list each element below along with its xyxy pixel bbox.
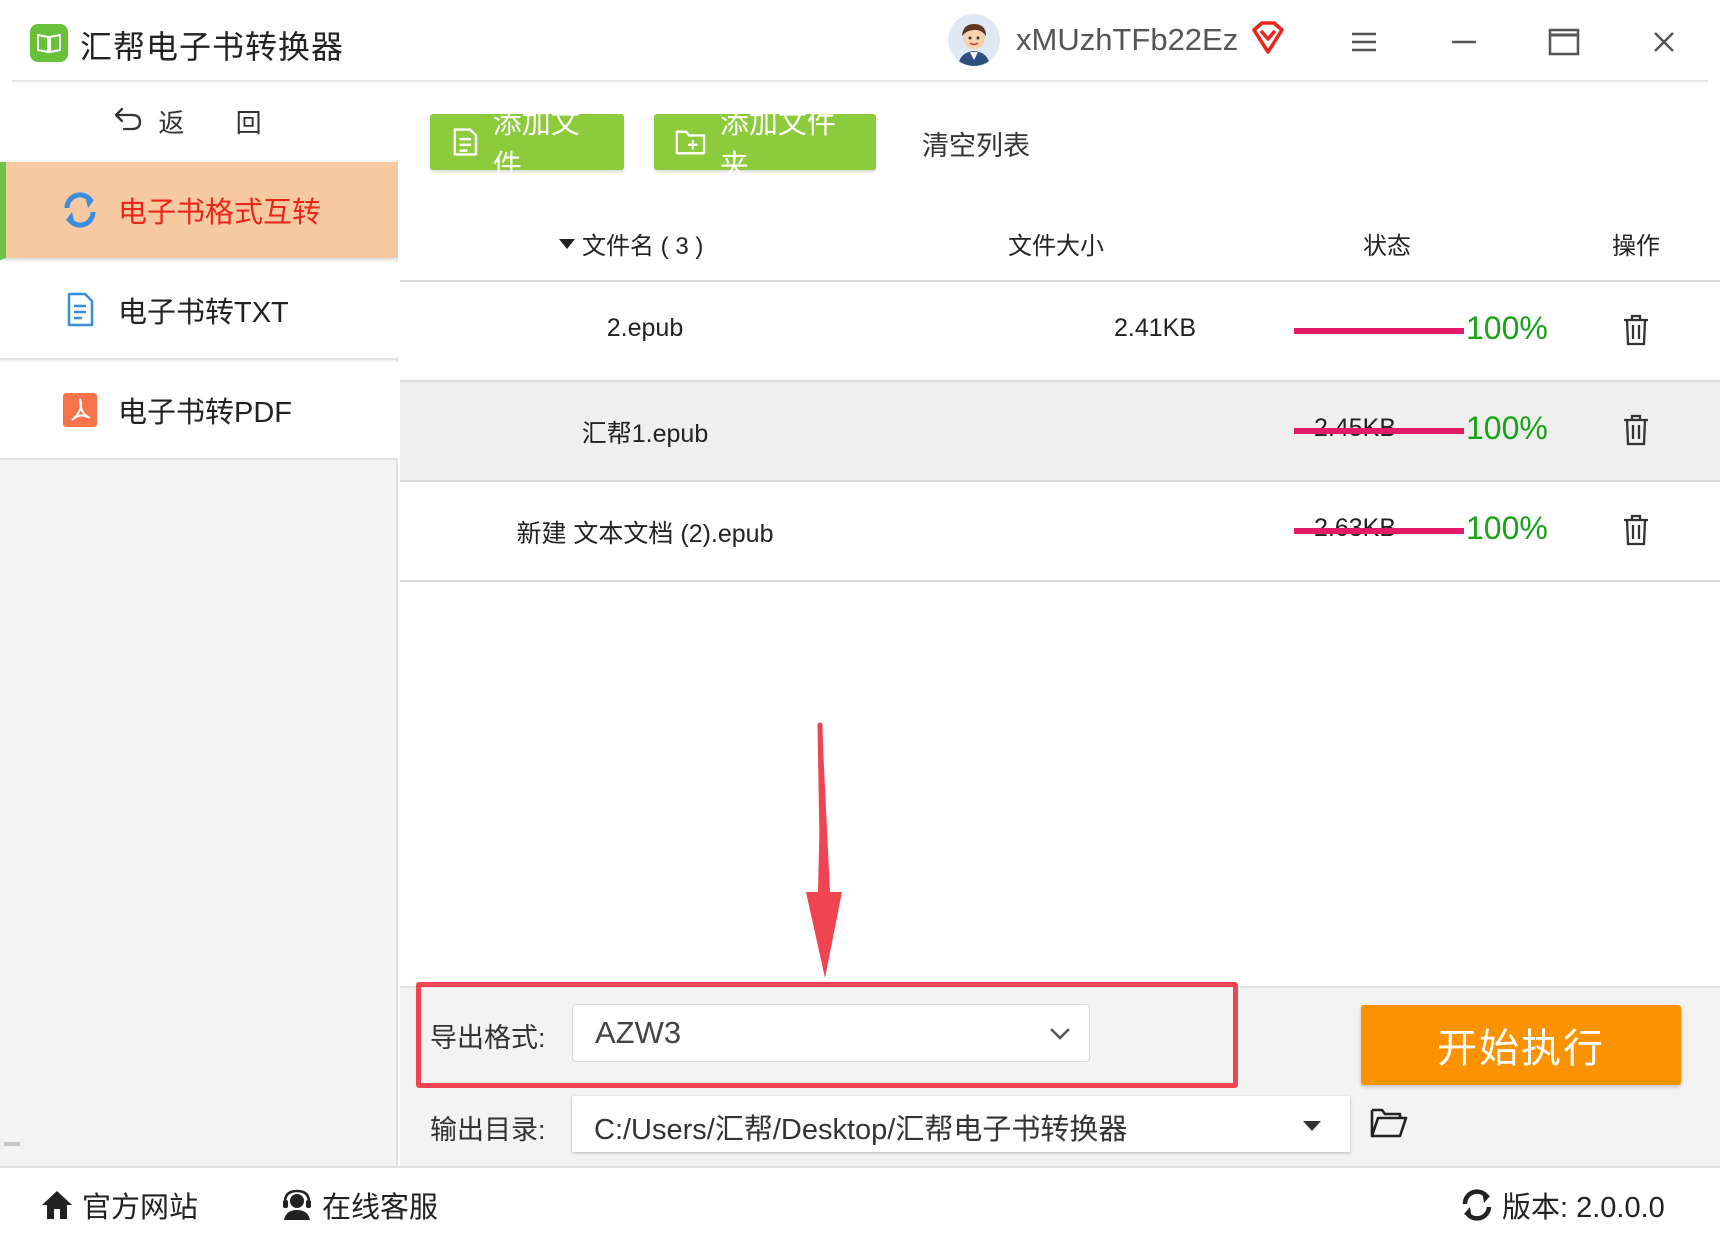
title-bar: 汇帮电子书转换器 xMUzhTFb22Ez [0, 0, 1720, 82]
progress-percent: 100% [1466, 410, 1548, 446]
delete-icon[interactable] [1622, 514, 1650, 551]
column-header-status: 状态 [1363, 233, 1411, 260]
sidebar: 返 回 电子书格式互转 电子书转TXT 电子书转PDF [0, 82, 398, 1166]
sidebar-scroll-stub[interactable] [4, 1142, 20, 1146]
sidebar-item-label: 电子书转TXT [118, 297, 289, 329]
version-label: 版本: 2.0.0.0 [1502, 1192, 1665, 1224]
vip-diamond-icon[interactable] [1250, 20, 1286, 61]
output-dir-value: C:/Users/汇帮/Desktop/汇帮电子书转换器 [594, 1114, 1128, 1146]
sidebar-item-label: 电子书转PDF [118, 397, 293, 429]
file-name: 2.epub [606, 314, 684, 342]
table-row[interactable]: 新建 文本文档 (2).epub 2.63KB 100% [400, 482, 1720, 582]
version-info[interactable]: 版本: 2.0.0.0 [1460, 1184, 1665, 1226]
back-arrow-icon [114, 105, 144, 138]
add-file-button[interactable]: 添加文件 [430, 108, 624, 182]
online-support-link[interactable]: 在线客服 [280, 1184, 438, 1226]
file-name: 新建 文本文档 (2).epub [516, 520, 774, 548]
progress-bar [1294, 528, 1464, 534]
close-icon[interactable] [1644, 22, 1684, 62]
back-label: 返 回 [158, 107, 284, 138]
add-file-icon [453, 128, 478, 156]
online-support-label: 在线客服 [322, 1192, 439, 1224]
caret-down-icon [1303, 1121, 1321, 1131]
official-website-label: 官方网站 [82, 1192, 199, 1224]
progress-percent: 100% [1466, 510, 1548, 546]
clear-list-button[interactable]: 清空列表 [922, 124, 1030, 163]
progress-bar [1294, 428, 1464, 434]
open-folder-icon[interactable] [1370, 1106, 1408, 1145]
username: xMUzhTFb22Ez [1016, 22, 1239, 57]
delete-icon[interactable] [1622, 314, 1650, 351]
document-icon [60, 290, 100, 330]
column-header-filename[interactable]: 文件名 ( 3 ) [558, 226, 703, 261]
pdf-icon [60, 390, 100, 430]
export-format-value: AZW3 [595, 1015, 682, 1050]
official-website-link[interactable]: 官方网站 [40, 1184, 198, 1226]
output-dir-label: 输出目录: [430, 1115, 546, 1145]
delete-icon[interactable] [1622, 414, 1650, 451]
sidebar-item-label: 电子书格式互转 [118, 197, 322, 229]
refresh-icon [60, 190, 100, 230]
table-row[interactable]: 2.epub 2.41KB 100% [400, 282, 1720, 382]
progress-bar [1294, 328, 1464, 334]
back-button[interactable]: 返 回 [0, 82, 398, 160]
menu-icon[interactable] [1344, 22, 1384, 62]
minimize-icon[interactable] [1444, 22, 1484, 62]
add-folder-button[interactable]: 添加文件夹 [654, 108, 876, 182]
progress-percent: 100% [1466, 310, 1548, 346]
user-avatar[interactable] [948, 14, 1000, 66]
sort-triangle-icon [559, 238, 575, 249]
export-format-label: 导出格式: [430, 1023, 546, 1053]
update-refresh-icon [1462, 1189, 1492, 1221]
maximize-icon[interactable] [1544, 22, 1584, 62]
annotation-arrow [806, 722, 842, 978]
column-header-filename-label: 文件名 ( 3 ) [582, 233, 704, 260]
add-file-label: 添加文件 [492, 108, 580, 182]
headset-icon [283, 1189, 311, 1220]
table-row[interactable]: 汇帮1.epub 2.45KB 100% [400, 382, 1720, 482]
app-logo-icon [30, 24, 68, 62]
column-header-size: 文件大小 [1008, 233, 1104, 260]
sidebar-item-format-convert[interactable]: 电子书格式互转 [0, 162, 398, 260]
add-folder-label: 添加文件夹 [719, 108, 836, 182]
output-dir-select[interactable]: C:/Users/汇帮/Desktop/汇帮电子书转换器 [572, 1096, 1350, 1152]
chevron-down-icon [1050, 1028, 1070, 1040]
home-icon [42, 1191, 72, 1219]
sidebar-item-to-pdf[interactable]: 电子书转PDF [0, 362, 398, 460]
column-header-action: 操作 [1612, 233, 1660, 260]
start-button[interactable]: 开始执行 [1361, 1005, 1681, 1085]
footer: 官方网站 在线客服 版本: 2.0.0.0 [0, 1166, 1720, 1234]
file-name: 汇帮1.epub [581, 420, 709, 448]
app-title: 汇帮电子书转换器 [80, 29, 345, 65]
add-folder-icon [675, 130, 706, 155]
export-format-select[interactable]: AZW3 [572, 1004, 1090, 1062]
sidebar-item-to-txt[interactable]: 电子书转TXT [0, 262, 398, 360]
